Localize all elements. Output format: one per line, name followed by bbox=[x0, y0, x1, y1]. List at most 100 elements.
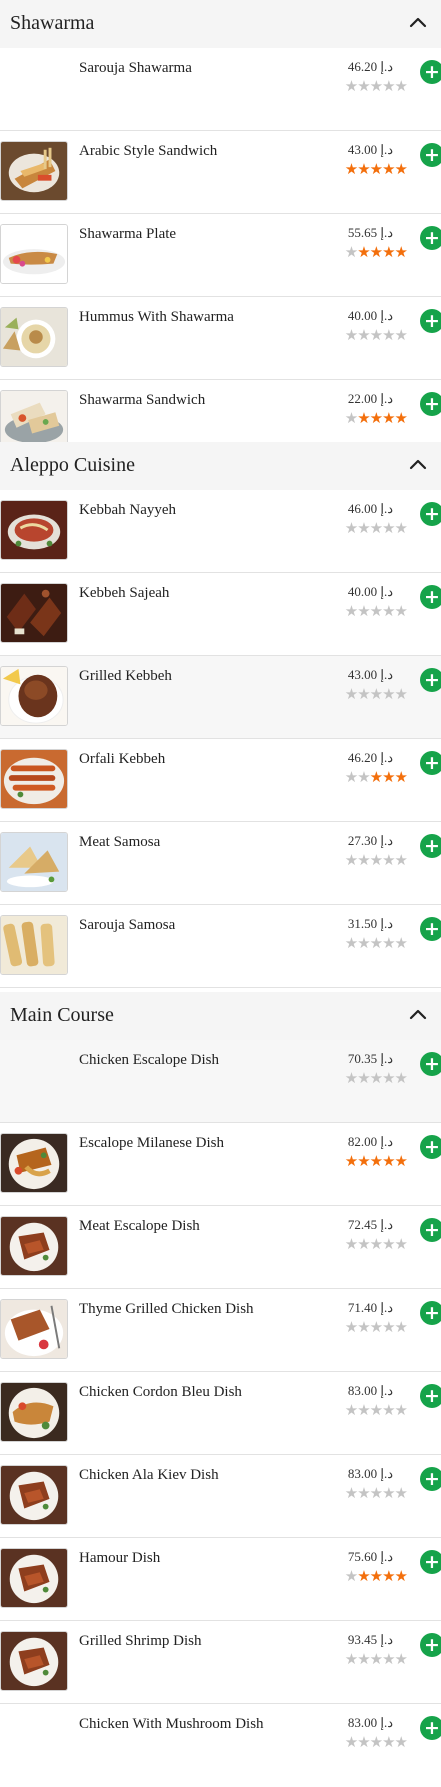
dish-thumbnail[interactable] bbox=[0, 224, 68, 284]
item-name[interactable]: Chicken Cordon Bleu Dish bbox=[79, 1384, 242, 1401]
dish-thumbnail[interactable] bbox=[0, 500, 68, 560]
menu-item[interactable]: Kebbeh Sajeah 40.00 د.إ ★★★★★ + bbox=[0, 573, 441, 656]
dish-thumbnail[interactable] bbox=[0, 915, 68, 975]
menu-item[interactable]: Grilled Kebbeh 43.00 د.إ ★★★★★ + bbox=[0, 656, 441, 739]
add-to-cart-button[interactable]: + bbox=[420, 60, 441, 84]
add-to-cart-button[interactable]: + bbox=[420, 502, 441, 526]
menu-item[interactable]: Meat Samosa 27.30 د.إ ★★★★★ + bbox=[0, 822, 441, 905]
add-to-cart-button[interactable]: + bbox=[420, 309, 441, 333]
star-icon: ★ bbox=[344, 243, 358, 261]
item-name[interactable]: Arabic Style Sandwich bbox=[79, 143, 217, 160]
chevron-up-icon[interactable] bbox=[409, 1007, 427, 1021]
menu-item[interactable]: Shawarma Plate 55.65 د.إ ★★★★★ + bbox=[0, 214, 441, 297]
add-to-cart-button[interactable]: + bbox=[420, 1135, 441, 1159]
section-header[interactable]: Main Course bbox=[0, 992, 441, 1040]
dish-thumbnail[interactable] bbox=[0, 1216, 68, 1276]
item-name[interactable]: Shawarma Plate bbox=[79, 226, 176, 243]
item-name[interactable]: Hamour Dish bbox=[79, 1550, 160, 1567]
menu-item[interactable]: Chicken Escalope Dish 70.35 د.إ ★★★★★ + bbox=[0, 1040, 441, 1123]
dish-thumbnail[interactable] bbox=[0, 749, 68, 809]
menu-item[interactable]: Chicken Ala Kiev Dish 83.00 د.إ ★★★★★ + bbox=[0, 1455, 441, 1538]
add-to-cart-button[interactable]: + bbox=[420, 917, 441, 941]
star-icon: ★ bbox=[382, 326, 395, 344]
section-header[interactable]: Shawarma bbox=[0, 0, 441, 48]
menu-item[interactable]: Escalope Milanese Dish 82.00 د.إ ★★★★★ + bbox=[0, 1123, 441, 1206]
add-to-cart-button[interactable]: + bbox=[420, 1301, 441, 1325]
star-icon: ★ bbox=[382, 934, 395, 952]
add-to-cart-button[interactable]: + bbox=[420, 1052, 441, 1076]
dish-thumbnail[interactable] bbox=[0, 1465, 68, 1525]
item-name[interactable]: Chicken With Mushroom Dish bbox=[79, 1716, 264, 1733]
add-to-cart-button[interactable]: + bbox=[420, 1716, 441, 1740]
add-to-cart-button[interactable]: + bbox=[420, 668, 441, 692]
menu-item[interactable]: Grilled Shrimp Dish 93.45 د.إ ★★★★★ + bbox=[0, 1621, 441, 1704]
rating-stars: ★★★★★ bbox=[345, 686, 408, 702]
add-to-cart-button[interactable]: + bbox=[420, 226, 441, 250]
chevron-up-icon[interactable] bbox=[409, 457, 427, 471]
item-price: 72.45 د.إ bbox=[347, 1217, 393, 1232]
dish-thumbnail[interactable] bbox=[0, 583, 68, 643]
item-name[interactable]: Grilled Shrimp Dish bbox=[79, 1633, 202, 1650]
item-name[interactable]: Orfali Kebbeh bbox=[79, 751, 165, 768]
add-to-cart-button[interactable]: + bbox=[420, 751, 441, 775]
add-to-cart-button[interactable]: + bbox=[420, 1467, 441, 1491]
add-to-cart-button[interactable]: + bbox=[420, 585, 441, 609]
item-name[interactable]: Kebbah Nayyeh bbox=[79, 502, 176, 519]
plus-icon: + bbox=[424, 835, 440, 857]
menu-item[interactable]: Hamour Dish 75.60 د.إ ★★★★★ + bbox=[0, 1538, 441, 1621]
item-name[interactable]: Meat Escalope Dish bbox=[79, 1218, 200, 1235]
menu-item[interactable]: Thyme Grilled Chicken Dish 71.40 د.إ ★★★★★… bbox=[0, 1289, 441, 1372]
star-icon: ★ bbox=[394, 1484, 408, 1502]
menu-item[interactable]: Orfali Kebbeh 46.20 د.إ ★★★★★ + bbox=[0, 739, 441, 822]
star-icon: ★ bbox=[357, 243, 370, 261]
star-icon: ★ bbox=[394, 1650, 408, 1668]
add-to-cart-button[interactable]: + bbox=[420, 1550, 441, 1574]
dish-thumbnail[interactable] bbox=[0, 1548, 68, 1608]
dish-thumbnail[interactable] bbox=[0, 1133, 68, 1193]
menu-item[interactable]: Arabic Style Sandwich 43.00 د.إ ★★★★★ + bbox=[0, 131, 441, 214]
dish-thumbnail[interactable] bbox=[0, 1631, 68, 1691]
dish-thumbnail[interactable] bbox=[0, 390, 68, 450]
star-icon: ★ bbox=[369, 602, 383, 620]
item-name[interactable]: Meat Samosa bbox=[79, 834, 160, 851]
star-icon: ★ bbox=[357, 519, 370, 537]
menu-item[interactable]: Sarouja Shawarma 46.20 د.إ ★★★★★ + bbox=[0, 48, 441, 131]
item-name[interactable]: Shawarma Sandwich bbox=[79, 392, 205, 409]
dish-thumbnail[interactable] bbox=[0, 1299, 68, 1359]
star-icon: ★ bbox=[382, 851, 395, 869]
add-to-cart-button[interactable]: + bbox=[420, 392, 441, 416]
add-to-cart-button[interactable]: + bbox=[420, 1633, 441, 1657]
item-name[interactable]: Grilled Kebbeh bbox=[79, 668, 172, 685]
item-name[interactable]: Hummus With Shawarma bbox=[79, 309, 234, 326]
item-name[interactable]: Sarouja Samosa bbox=[79, 917, 175, 934]
item-name[interactable]: Thyme Grilled Chicken Dish bbox=[79, 1301, 254, 1318]
menu-item[interactable]: Chicken Cordon Bleu Dish 83.00 د.إ ★★★★★ + bbox=[0, 1372, 441, 1455]
star-icon: ★ bbox=[357, 1650, 370, 1668]
menu-item[interactable]: Meat Escalope Dish 72.45 د.إ ★★★★★ + bbox=[0, 1206, 441, 1289]
item-name[interactable]: Chicken Escalope Dish bbox=[79, 1052, 219, 1069]
add-to-cart-button[interactable]: + bbox=[420, 1218, 441, 1242]
dish-thumbnail[interactable] bbox=[0, 832, 68, 892]
star-icon: ★ bbox=[382, 409, 395, 427]
menu-item[interactable]: Chicken With Mushroom Dish 83.00 د.إ ★★★★★… bbox=[0, 1704, 441, 1787]
dish-thumbnail[interactable] bbox=[0, 141, 68, 201]
chevron-up-icon[interactable] bbox=[409, 15, 427, 29]
star-icon: ★ bbox=[382, 1733, 395, 1751]
dish-thumbnail[interactable] bbox=[0, 666, 68, 726]
item-name[interactable]: Escalope Milanese Dish bbox=[79, 1135, 224, 1152]
item-name[interactable]: Kebbeh Sajeah bbox=[79, 585, 169, 602]
star-icon: ★ bbox=[344, 1484, 358, 1502]
item-name[interactable]: Sarouja Shawarma bbox=[79, 60, 192, 77]
add-to-cart-button[interactable]: + bbox=[420, 1384, 441, 1408]
dish-thumbnail[interactable] bbox=[0, 1382, 68, 1442]
star-icon: ★ bbox=[357, 602, 370, 620]
add-to-cart-button[interactable]: + bbox=[420, 143, 441, 167]
dish-thumbnail[interactable] bbox=[0, 307, 68, 367]
section-header[interactable]: Aleppo Cuisine bbox=[0, 442, 441, 490]
add-to-cart-button[interactable]: + bbox=[420, 834, 441, 858]
item-name[interactable]: Chicken Ala Kiev Dish bbox=[79, 1467, 219, 1484]
menu-item[interactable]: Sarouja Samosa 31.50 د.إ ★★★★★ + bbox=[0, 905, 441, 988]
menu-item[interactable]: Hummus With Shawarma 40.00 د.إ ★★★★★ + bbox=[0, 297, 441, 380]
plus-icon: + bbox=[424, 1551, 440, 1573]
menu-item[interactable]: Kebbah Nayyeh 46.00 د.إ ★★★★★ + bbox=[0, 490, 441, 573]
